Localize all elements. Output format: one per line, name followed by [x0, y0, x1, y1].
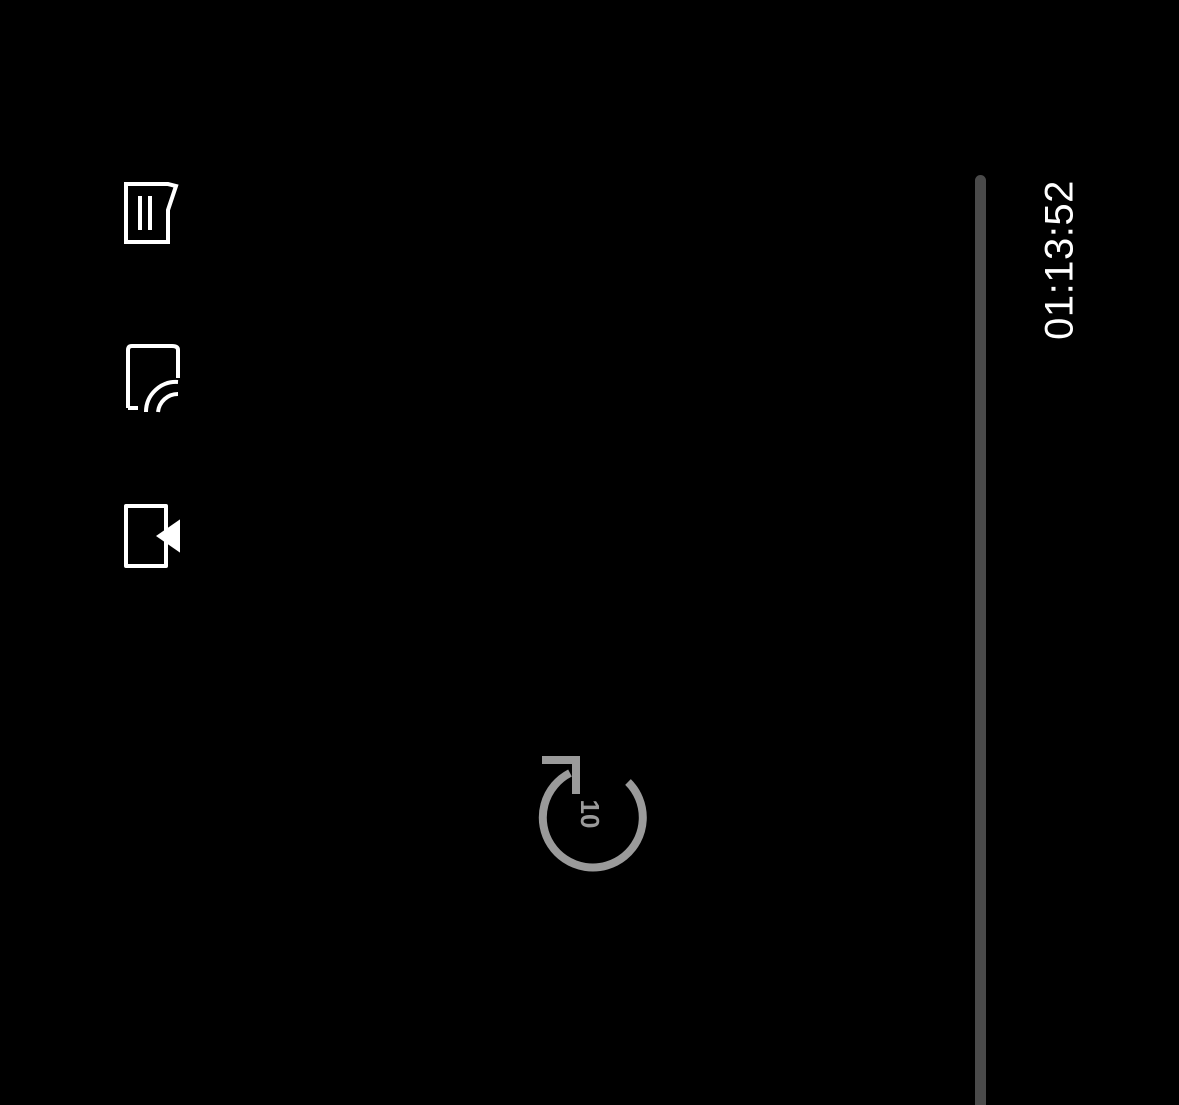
- progress-bar[interactable]: [975, 175, 986, 1105]
- next-episode-button[interactable]: [112, 500, 184, 572]
- replay-10-button[interactable]: 10: [530, 754, 650, 874]
- time-remaining-label: 01:13:52: [1037, 180, 1082, 340]
- video-player-screen[interactable]: 10 01:13:52: [0, 0, 1179, 1105]
- player-controls-column: [0, 0, 300, 700]
- episodes-icon: [124, 182, 179, 244]
- cast-icon: [126, 344, 180, 413]
- replay-10-icon: [538, 756, 647, 872]
- time-remaining: 01:13:52: [1030, 175, 1090, 345]
- cast-button[interactable]: [112, 342, 184, 414]
- episodes-button[interactable]: [112, 175, 184, 247]
- next-episode-icon: [124, 504, 180, 568]
